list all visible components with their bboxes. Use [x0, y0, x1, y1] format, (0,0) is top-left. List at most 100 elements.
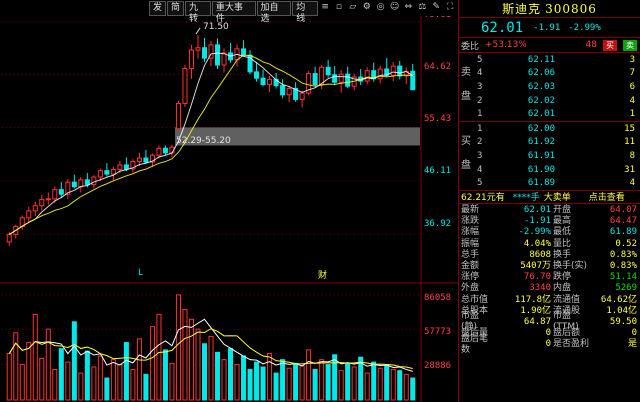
level-qty: 8 — [629, 150, 635, 161]
stat-value: 0.83% — [609, 260, 637, 271]
stat-value: 64.87 — [523, 316, 551, 327]
stats-row: 总手 8608 换手 0.83% — [459, 250, 640, 261]
bid-row[interactable]: 5 61.89 4 — [459, 176, 640, 190]
bid-row[interactable]: 4 61.90 31 — [459, 163, 640, 177]
bid-row[interactable]: 2 61.92 11 — [459, 136, 640, 150]
smiley-icon[interactable]: ☺ — [389, 1, 401, 16]
low-marker[interactable]: L — [138, 268, 143, 278]
big-order-hand: ****手 — [512, 193, 540, 204]
volume-bar — [52, 368, 58, 401]
draw-icon[interactable]: ✎ — [430, 1, 442, 16]
stat-value: 64.62亿 — [600, 294, 637, 305]
stat-label: 流通值 — [553, 294, 581, 305]
stat-value: 1.04亿 — [606, 305, 637, 316]
candle-body — [175, 102, 181, 130]
ask-row[interactable]: 1 62.01 1 — [459, 107, 640, 121]
kline-chart[interactable] — [0, 0, 458, 402]
stats-row: 振幅 4.04% 量比 0.52 — [459, 239, 640, 250]
ask-row[interactable]: 2 62.02 4 — [459, 94, 640, 108]
candle-body — [162, 147, 168, 154]
stat-label: 内盘 — [553, 283, 572, 294]
candle-body — [280, 85, 286, 96]
stock-name: 斯迪克 — [502, 2, 542, 16]
stat-value: 4.04% — [523, 238, 551, 249]
stats-row: 外盘 3340 内盘 5269 — [459, 283, 640, 294]
level-price: 62.06 — [527, 68, 555, 79]
volume-bar — [188, 318, 194, 401]
buy-button[interactable]: 买 — [603, 39, 617, 51]
stat-value: 51.14 — [609, 272, 637, 283]
volume-bar — [312, 368, 318, 401]
stat-label: 金额 — [461, 260, 480, 271]
stat-value: 1.90亿 — [520, 305, 551, 316]
stat-label: 涨跌 — [461, 216, 480, 227]
bid-row[interactable]: 3 61.91 8 — [459, 149, 640, 163]
volume-bar — [293, 362, 299, 401]
price-tick-3: 55.43 — [424, 114, 452, 124]
fullscreen-icon[interactable]: ⛶ — [444, 1, 456, 16]
settings-icon[interactable]: ⚙ — [361, 1, 373, 16]
level-qty: 1 — [629, 109, 635, 120]
candle-body — [299, 92, 305, 100]
scale-icon[interactable]: ⚖ — [416, 1, 428, 16]
big-order-line: 62.21元有 ****手 大卖单 点击查看 — [459, 191, 640, 204]
stats-row: 涨停 76.70 跌停 51.14 — [459, 272, 640, 283]
stat-value: 61.89 — [609, 227, 637, 238]
candle-body — [45, 198, 51, 201]
stat-label: 量比 — [553, 238, 572, 249]
financial-report-marker[interactable]: 财 — [318, 268, 327, 281]
volume-bar — [332, 354, 338, 401]
ask-row[interactable]: 5 62.11 3 — [459, 53, 640, 67]
level-qty: 31 — [624, 164, 635, 175]
ask-row[interactable]: 4 62.06 7 — [459, 67, 640, 81]
chart-toolbar: 发 简 九转 重大事件 加自选 均线 ≡ ▫ ▱ ⚙ ◎ ☺ ⇔ ⚖ ✎ ⛶ — [149, 1, 458, 24]
stats-row: 总市值 117.8亿 流通值 64.62亿 — [459, 294, 640, 305]
candle-body — [78, 179, 84, 188]
volume-bar — [364, 372, 370, 401]
stats-row: 涨跌 -1.91 最高 64.47 — [459, 216, 640, 227]
stock-title: 斯迪克 300806 — [459, 0, 640, 18]
candle-body — [410, 70, 416, 91]
moving-average-button[interactable]: 均线 — [292, 1, 319, 24]
price-tick-5: 36.92 — [424, 219, 452, 229]
candle-body — [397, 65, 403, 77]
bid-row[interactable]: 1 62.00 15 — [459, 122, 640, 136]
view-details-link[interactable]: 点击查看 — [589, 190, 625, 203]
level-price: 61.89 — [527, 178, 555, 189]
menu-icon[interactable]: ≡ — [319, 1, 331, 16]
stat-label: 换手(实) — [553, 260, 588, 271]
stat-label: 最低 — [553, 227, 572, 238]
volume-bar — [26, 342, 32, 401]
candle-body — [156, 147, 162, 156]
level-price: 62.03 — [527, 81, 555, 92]
candle-body — [312, 73, 318, 86]
layout-icon[interactable]: ▱ — [347, 1, 359, 16]
price-change: -1.91 — [533, 22, 561, 33]
fa-button[interactable]: 发 — [149, 1, 167, 16]
candle-body — [71, 181, 77, 188]
level-label: 1 — [477, 109, 483, 120]
stat-value: 8608 — [529, 249, 551, 260]
level-price: 61.90 — [527, 164, 555, 175]
ask-row[interactable]: 3 62.03 6 — [459, 80, 640, 94]
level-price: 62.11 — [527, 54, 555, 65]
volume-bar — [169, 362, 175, 401]
add-watchlist-button[interactable]: 加自选 — [256, 1, 292, 24]
stats-row: 涨幅 -2.99% 最低 61.89 — [459, 227, 640, 238]
kline-chart-panel[interactable]: 发 简 九转 重大事件 加自选 均线 ≡ ▫ ▱ ⚙ ◎ ☺ ⇔ ⚖ ✎ ⛶ 7… — [0, 0, 458, 402]
volume-bar — [397, 370, 403, 401]
major-events-button[interactable]: 重大事件 — [211, 1, 256, 24]
candle-body — [267, 78, 273, 86]
window-icon[interactable]: ▫ — [333, 1, 345, 16]
stats-row: 金额 5407万 换手(实) 0.83% — [459, 261, 640, 272]
target-icon[interactable]: ◎ — [375, 1, 387, 16]
volume-bar — [280, 359, 286, 401]
stat-value: 59.50 — [609, 316, 637, 327]
stats-table: 最新 62.01 开盘 64.07 涨跌 -1.91 最高 64.47 涨幅 -2.99% 最低 61… — [459, 204, 640, 355]
jian-button[interactable]: 简 — [167, 1, 185, 16]
sell-button[interactable]: 卖 — [623, 39, 637, 51]
jiuzhuan-button[interactable]: 九转 — [185, 1, 211, 24]
candle-body — [123, 164, 129, 170]
swap-icon[interactable]: ⇔ — [402, 1, 414, 16]
candle-body — [6, 233, 12, 243]
